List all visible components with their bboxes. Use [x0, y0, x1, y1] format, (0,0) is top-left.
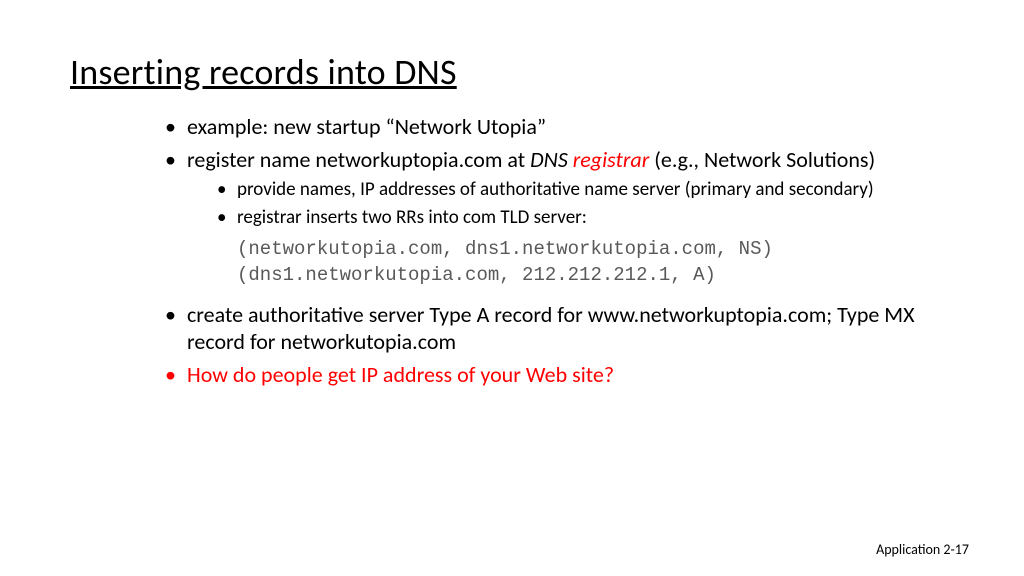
bullet-item: register name networkuptopia.com at DNS … — [165, 147, 954, 288]
sub-bullet-text: registrar inserts two RRs into com TLD s… — [237, 206, 587, 229]
bullet-text-italic: DNS — [530, 146, 573, 173]
sub-bullet-text: provide names, IP addresses of authorita… — [237, 178, 874, 201]
bullet-text-part: (e.g., Network Solutions) — [649, 146, 875, 173]
slide-title: Inserting records into DNS — [70, 50, 954, 94]
bullet-text: How do people get IP address of your Web… — [187, 361, 614, 388]
bullet-list: example: new startup “Network Utopia” re… — [70, 114, 954, 389]
sub-bullet-list: provide names, IP addresses of authorita… — [187, 178, 954, 229]
bullet-text-part: register name networkuptopia.com at — [187, 146, 530, 173]
code-line: (networkutopia.com, dns1.networkutopia.c… — [237, 237, 954, 263]
code-block: (networkutopia.com, dns1.networkutopia.c… — [237, 237, 954, 288]
bullet-item: create authoritative server Type A recor… — [165, 302, 954, 356]
slide-footer: Application 2-17 — [876, 541, 969, 558]
code-line: (dns1.networkutopia.com, 212.212.212.1, … — [237, 263, 954, 289]
bullet-text: create authoritative server Type A recor… — [187, 301, 915, 355]
sub-bullet-item: registrar inserts two RRs into com TLD s… — [217, 206, 954, 229]
bullet-text: example: new startup “Network Utopia” — [187, 113, 546, 140]
bullet-text-italic-red: registrar — [573, 146, 649, 173]
bullet-item: example: new startup “Network Utopia” — [165, 114, 954, 141]
bullet-item-highlight: How do people get IP address of your Web… — [165, 362, 954, 389]
slide: Inserting records into DNS example: new … — [0, 0, 1024, 576]
sub-bullet-item: provide names, IP addresses of authorita… — [217, 178, 954, 201]
